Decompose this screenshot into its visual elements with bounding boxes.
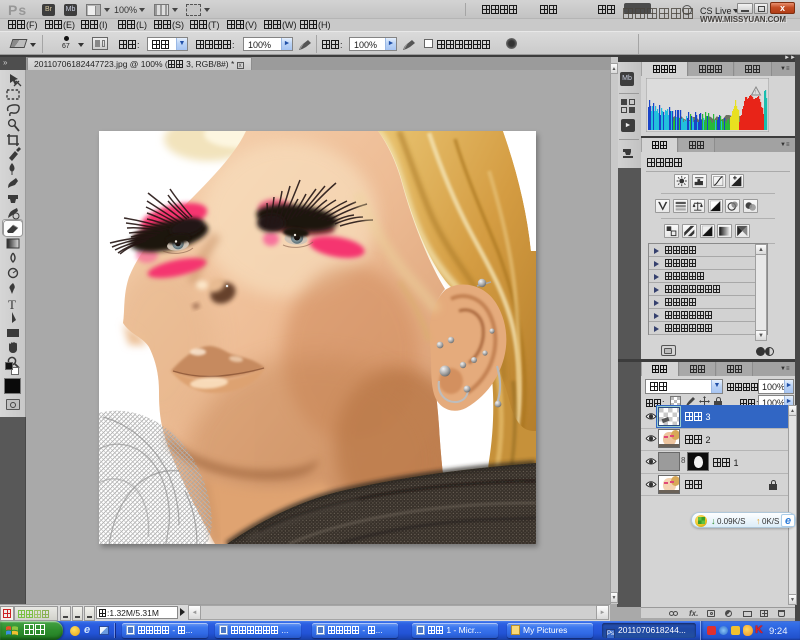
svg-text:T: T: [8, 297, 16, 312]
